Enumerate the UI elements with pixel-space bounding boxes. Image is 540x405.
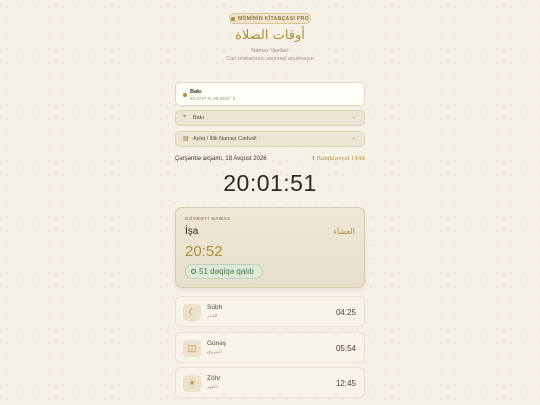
live-clock: 20:01:51 (223, 170, 317, 196)
prayer-name: Zöhr (207, 375, 221, 382)
chevron-down-icon: ⌄ (351, 135, 356, 141)
current-location-card[interactable]: Bakı 40.3747 N, 49.8332° E (175, 82, 365, 106)
next-prayer-name-arabic: العشاء (333, 227, 355, 236)
next-prayer-card: NÖVBƏTİ NAMAZ İşa العشاء 20:52 51 dəqiqə… (175, 207, 365, 288)
sun-icon: ☀ (183, 375, 201, 392)
prayer-name-arabic: الشروق (207, 350, 222, 355)
moon-icon: ☾ (183, 304, 201, 321)
sunrise-icon: ◫ (183, 340, 201, 357)
city-select[interactable]: ⌖ Bakı ⌄ (175, 110, 365, 126)
hijri-date: 4 Rəbiüləvvəl 1448 (311, 156, 365, 162)
gregorian-date: Çərşənbə axşamı, 18 Avqust 2026 (175, 156, 267, 162)
prayer-name-arabic: الفجر (207, 314, 218, 319)
location-name: Bakı (190, 89, 202, 95)
prayer-name: Günəş (207, 340, 227, 347)
next-prayer-name: İşa (185, 226, 199, 237)
location-pin-icon: ⌖ (183, 114, 187, 120)
clock-dot-icon (191, 269, 196, 274)
calendar-icon: ▤ (183, 136, 189, 142)
page-hint: Cari məkanınızı seçməyi unutmayın (226, 56, 314, 62)
prayer-row-gunes[interactable]: ◫ Günəş الشروق 05:54 (175, 332, 365, 363)
app-badge: MÖMİNİN KİTABÇASI PRO (229, 13, 311, 24)
prayer-time: 04:25 (335, 308, 356, 317)
page-subtitle: Namaz Vaxtları (251, 48, 289, 54)
time-remaining-text: 51 dəqiqə qalıb (199, 267, 254, 276)
prayer-name-arabic: الظهر (207, 385, 218, 390)
badge-icon (230, 16, 235, 21)
prayer-time: 05:54 (335, 344, 356, 353)
time-remaining-badge: 51 dəqiqə qalıb (185, 264, 263, 279)
prayer-time: 12:45 (335, 379, 356, 388)
prayer-row-subh[interactable]: ☾ Sübh الفجر 04:25 (175, 296, 365, 327)
next-prayer-label: NÖVBƏTİ NAMAZ (185, 216, 231, 221)
location-coords: 40.3747 N, 49.8332° E (190, 96, 236, 101)
prayer-name: Sübh (207, 304, 223, 311)
badge-label: MÖMİNİN KİTABÇASI PRO (237, 15, 310, 22)
schedule-select-value: Aylıq / İllik Namaz Cədvəli (193, 136, 257, 142)
next-prayer-time: 20:52 (185, 243, 223, 260)
prayer-row-zohr[interactable]: ☀ Zöhr الظهر 12:45 (175, 367, 365, 398)
page-title-arabic: أوقات الصلاة (235, 28, 305, 43)
location-dot-icon (183, 93, 187, 97)
city-select-value: Bakı (193, 115, 205, 121)
chevron-down-icon: ⌄ (351, 114, 356, 120)
schedule-select[interactable]: ▤ Aylıq / İllik Namaz Cədvəli ⌄ (175, 131, 365, 147)
